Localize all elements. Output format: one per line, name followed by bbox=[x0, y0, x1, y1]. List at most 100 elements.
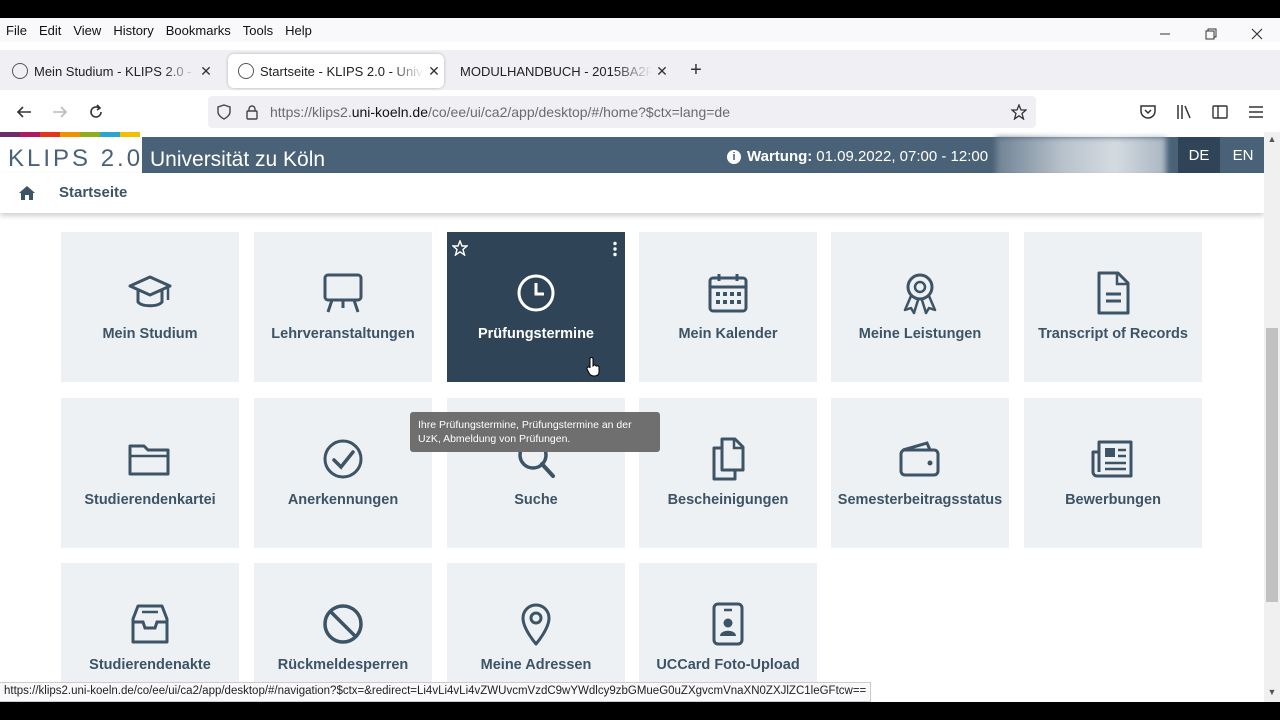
menu-view[interactable]: View bbox=[73, 23, 101, 38]
close-window-icon[interactable] bbox=[1234, 18, 1280, 50]
lock-icon[interactable] bbox=[244, 104, 260, 120]
close-tab-icon[interactable]: ✕ bbox=[424, 63, 444, 80]
breadcrumb-startseite[interactable]: Startseite bbox=[59, 184, 127, 201]
menu-help[interactable]: Help bbox=[285, 23, 312, 38]
reload-icon[interactable] bbox=[84, 100, 108, 124]
maintenance-time: 01.09.2022, 07:00 - 12:00 bbox=[816, 148, 989, 165]
clock-icon bbox=[517, 274, 555, 312]
university-name: Universität zu Köln bbox=[150, 148, 326, 171]
uni-favicon-icon bbox=[238, 63, 254, 79]
pocket-icon[interactable] bbox=[1136, 100, 1160, 124]
archive-tray-icon bbox=[131, 604, 169, 644]
uni-favicon-icon bbox=[12, 63, 28, 79]
calendar-icon bbox=[708, 274, 748, 313]
status-bar-link-preview: https://klips2.uni-koeln.de/co/ee/ui/ca2… bbox=[0, 682, 872, 702]
klips-header: KLIPS 2.0 Universität zu Köln i Wartung:… bbox=[0, 137, 1264, 181]
sidebar-icon[interactable] bbox=[1208, 100, 1232, 124]
maintenance-label: Wartung: bbox=[747, 148, 813, 165]
scroll-up-arrow-icon[interactable]: ▲ bbox=[1267, 134, 1277, 144]
bookmark-star-icon[interactable] bbox=[1011, 104, 1027, 120]
home-icon[interactable] bbox=[18, 185, 36, 201]
tile-meine-leistungen[interactable]: Meine Leistungen bbox=[831, 232, 1009, 382]
tile-label: Meine Adressen bbox=[480, 657, 592, 673]
tile-label: Mein Studium bbox=[102, 326, 198, 342]
tile-label: Rückmeldesperren bbox=[277, 657, 409, 673]
tile-anerkennungen[interactable]: Anerkennungen bbox=[254, 398, 432, 548]
restore-icon[interactable] bbox=[1188, 18, 1234, 50]
scrollbar-thumb[interactable] bbox=[1266, 328, 1278, 602]
maintenance-notice: i Wartung: 01.09.2022, 07:00 - 12:00 bbox=[727, 148, 988, 165]
tile-mein-studium[interactable]: Mein Studium bbox=[61, 232, 239, 382]
tile-label: UCCard Foto-Upload bbox=[656, 657, 800, 673]
close-tab-icon[interactable]: ✕ bbox=[652, 63, 672, 80]
tracking-shield-icon[interactable] bbox=[216, 104, 232, 120]
info-icon: i bbox=[727, 149, 741, 164]
tile-label: Mein Kalender bbox=[678, 326, 778, 342]
window-controls bbox=[1142, 18, 1280, 50]
tile-rueckmeldesperren[interactable]: Rückmeldesperren bbox=[254, 563, 432, 688]
scroll-down-arrow-icon[interactable]: ▼ bbox=[1267, 687, 1277, 697]
tile-uccard-foto-upload[interactable]: UCCard Foto-Upload bbox=[639, 563, 817, 688]
browser-window: File Edit View History Bookmarks Tools H… bbox=[0, 18, 1280, 702]
tile-transcript-of-records[interactable]: Transcript of Records bbox=[1024, 232, 1202, 382]
tile-label: Anerkennungen bbox=[287, 492, 399, 508]
language-en-button[interactable]: EN bbox=[1222, 137, 1264, 173]
library-icon[interactable] bbox=[1172, 100, 1196, 124]
forward-arrow-icon[interactable] bbox=[48, 100, 72, 124]
favorite-star-icon[interactable] bbox=[452, 240, 468, 256]
tab-title: Mein Studium - KLIPS 2.0 - Universität z… bbox=[34, 63, 196, 79]
menu-file[interactable]: File bbox=[6, 23, 27, 38]
tile-label: Studierendenkartei bbox=[84, 492, 216, 508]
tile-label: Semesterbeitragsstatus bbox=[837, 492, 1003, 508]
address-bar[interactable]: https://klips2.uni-koeln.de/co/ee/ui/ca2… bbox=[208, 96, 1036, 128]
graduation-cap-icon bbox=[128, 275, 172, 308]
tile-label: Bescheinigungen bbox=[667, 492, 789, 508]
tile-studierendenkartei[interactable]: Studierendenkartei bbox=[61, 398, 239, 548]
id-badge-icon bbox=[712, 602, 744, 646]
tile-mein-kalender[interactable]: Mein Kalender bbox=[639, 232, 817, 382]
tooltip-pruefungstermine: Ihre Prüfungstermine, Prüfungstermine an… bbox=[410, 412, 660, 452]
tab-title: Startseite - KLIPS 2.0 - Universität zu … bbox=[260, 63, 424, 79]
easel-icon bbox=[323, 273, 363, 313]
tile-studierendenakte[interactable]: Studierendenakte bbox=[61, 563, 239, 688]
folder-icon bbox=[128, 444, 170, 476]
tile-label: Lehrveranstaltungen bbox=[271, 326, 415, 342]
web-page: KLIPS 2.0 Universität zu Köln i Wartung:… bbox=[0, 132, 1264, 688]
tile-label: Meine Leistungen bbox=[858, 326, 982, 342]
more-options-icon[interactable] bbox=[613, 241, 617, 257]
minimize-icon[interactable] bbox=[1142, 18, 1188, 50]
tile-meine-adressen[interactable]: Meine Adressen bbox=[447, 563, 625, 688]
hamburger-menu-icon[interactable] bbox=[1244, 100, 1268, 124]
tile-label: Bewerbungen bbox=[1065, 492, 1161, 508]
tile-bewerbungen[interactable]: Bewerbungen bbox=[1024, 398, 1202, 548]
tile-lehrveranstaltungen[interactable]: Lehrveranstaltungen bbox=[254, 232, 432, 382]
url-text: https://klips2.uni-koeln.de/co/ee/ui/ca2… bbox=[270, 104, 730, 120]
new-tab-plus-icon[interactable]: + bbox=[684, 58, 708, 82]
hand-cursor-icon bbox=[586, 357, 600, 377]
tab-startseite[interactable]: Startseite - KLIPS 2.0 - Universität zu … bbox=[228, 54, 444, 88]
tab-bar: Mein Studium - KLIPS 2.0 - Universität z… bbox=[0, 50, 1280, 90]
page-scrollbar[interactable]: ▲ ▼ bbox=[1264, 132, 1280, 702]
back-arrow-icon[interactable] bbox=[12, 100, 36, 124]
tab-mein-studium[interactable]: Mein Studium - KLIPS 2.0 - Universität z… bbox=[2, 54, 216, 88]
tile-bescheinigungen[interactable]: Bescheinigungen bbox=[639, 398, 817, 548]
ban-icon bbox=[323, 604, 363, 644]
tile-semesterbeitragsstatus[interactable]: Semesterbeitragsstatus bbox=[831, 398, 1009, 548]
menu-bar: File Edit View History Bookmarks Tools H… bbox=[0, 18, 1280, 42]
tile-label: Suche bbox=[514, 492, 558, 508]
close-tab-icon[interactable]: ✕ bbox=[196, 63, 216, 80]
menu-bookmarks[interactable]: Bookmarks bbox=[166, 23, 231, 38]
language-de-button[interactable]: DE bbox=[1178, 137, 1220, 173]
tile-label: Transcript of Records bbox=[1038, 326, 1188, 342]
tab-modulhandbuch[interactable]: MODULHANDBUCH - 2015BA2FMed ✕ bbox=[450, 54, 672, 88]
wallet-icon bbox=[899, 441, 940, 477]
tile-label: Studierendenakte bbox=[89, 657, 211, 673]
document-icon bbox=[1097, 271, 1130, 315]
menu-edit[interactable]: Edit bbox=[39, 23, 61, 38]
menu-tools[interactable]: Tools bbox=[243, 23, 273, 38]
klips-logo[interactable]: KLIPS 2.0 bbox=[8, 145, 143, 173]
navigation-bar: https://klips2.uni-koeln.de/co/ee/ui/ca2… bbox=[0, 92, 1280, 132]
menu-history[interactable]: History bbox=[113, 23, 153, 38]
tile-label: Prüfungstermine bbox=[477, 326, 594, 342]
tab-title: MODULHANDBUCH - 2015BA2FMed bbox=[460, 63, 652, 79]
